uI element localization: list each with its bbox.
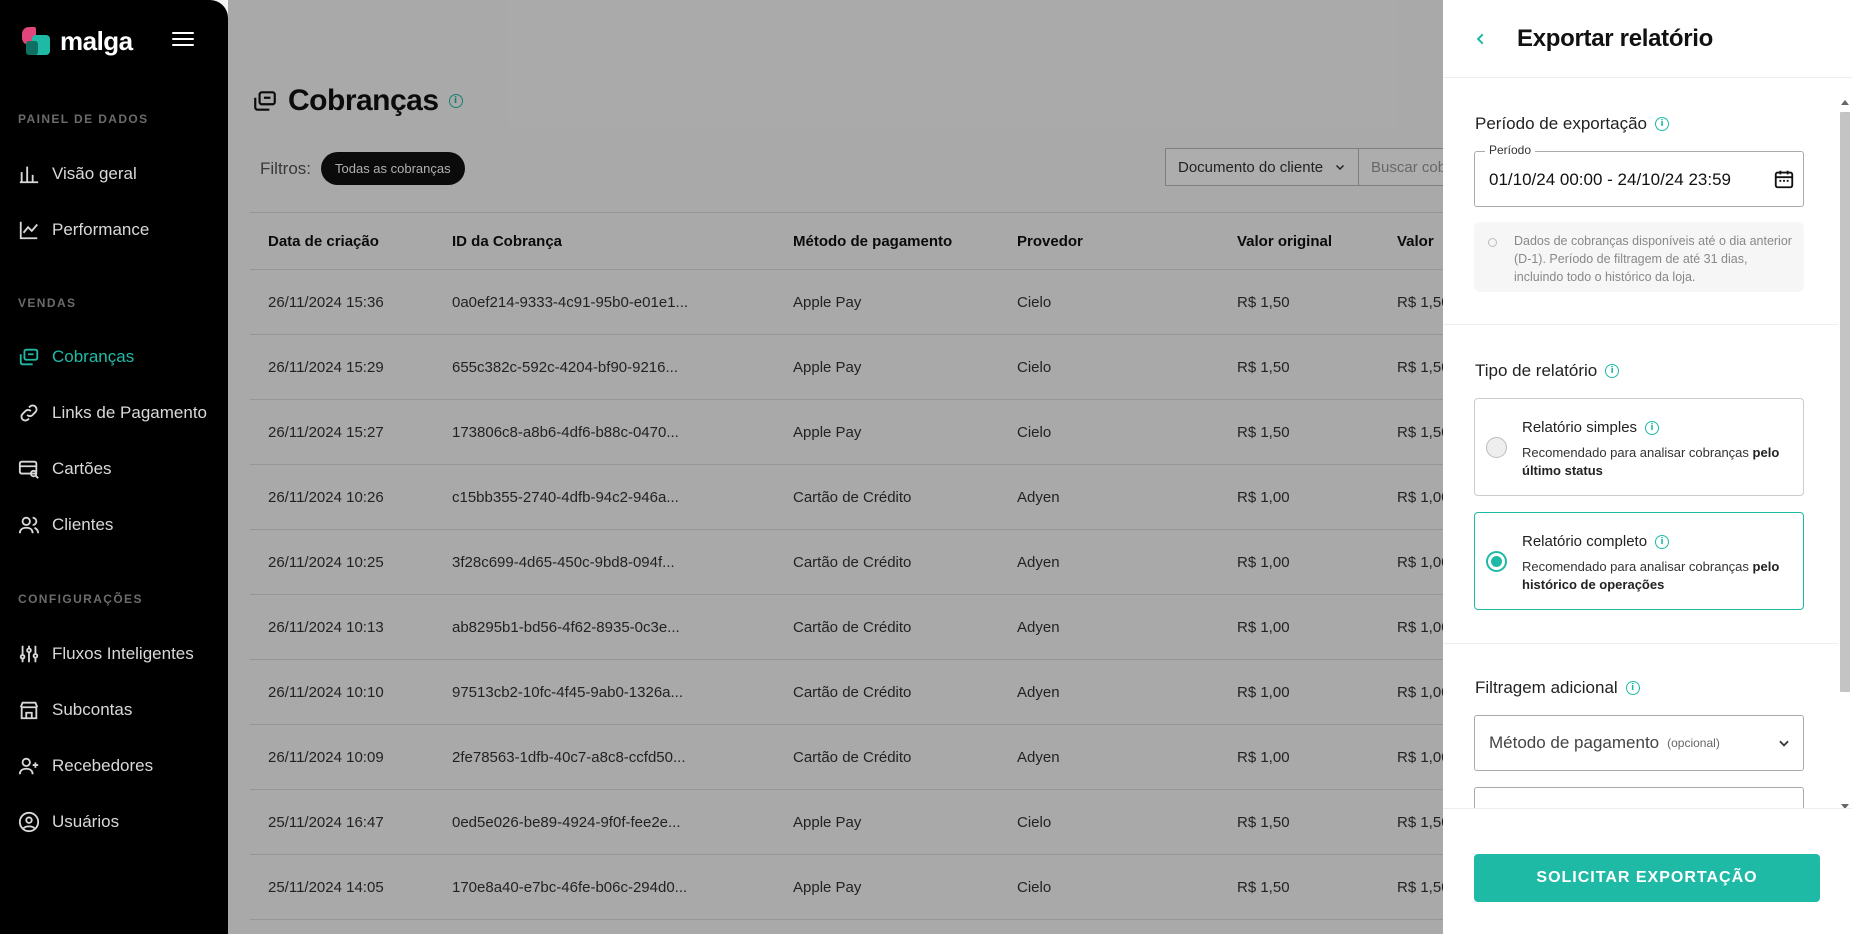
period-section-text: Período de exportação bbox=[1475, 114, 1648, 133]
period-field-label: Período bbox=[1485, 143, 1536, 157]
sidebar-item-label: Recebedores bbox=[52, 756, 154, 775]
sliders-icon bbox=[19, 645, 39, 663]
user-plus-icon bbox=[18, 757, 39, 775]
user-circle-icon bbox=[18, 811, 40, 833]
option-desc-text: Recomendado para analisar cobranças bbox=[1522, 559, 1749, 574]
payment-method-select[interactable]: Método de pagamento (opcional) bbox=[1474, 715, 1804, 771]
sidebar-item-label: Subcontas bbox=[52, 700, 133, 719]
option-title-text: Relatório completo bbox=[1522, 533, 1648, 550]
back-button[interactable] bbox=[1471, 29, 1491, 49]
option-title: Relatório simples i bbox=[1522, 419, 1660, 436]
request-export-button[interactable]: SOLICITAR EXPORTAÇÃO bbox=[1474, 854, 1820, 902]
info-icon[interactable]: i bbox=[1655, 534, 1670, 549]
drawer-header: Exportar relatório bbox=[1443, 0, 1852, 78]
scrollbar-thumb[interactable] bbox=[1840, 112, 1850, 692]
line-chart-icon bbox=[19, 221, 38, 240]
sidebar-item-label: Cartões bbox=[52, 459, 112, 478]
sidebar-item-label: Fluxos Inteligentes bbox=[52, 644, 194, 663]
optional-label: (opcional) bbox=[1667, 736, 1720, 750]
filter-section-label: Filtragem adicional i bbox=[1475, 678, 1640, 698]
info-icon[interactable]: i bbox=[1655, 117, 1670, 131]
report-option-complete[interactable]: Relatório completo i Recomendado para an… bbox=[1474, 512, 1804, 610]
filter-section-text: Filtragem adicional bbox=[1475, 678, 1618, 697]
sidebar-item-fluxos[interactable]: Fluxos Inteligentes bbox=[18, 639, 194, 669]
sidebar-item-links-pagamento[interactable]: Links de Pagamento bbox=[18, 398, 207, 428]
sidebar-item-label: Cobranças bbox=[52, 347, 135, 366]
type-section-label: Tipo de relatório i bbox=[1475, 361, 1620, 381]
scroll-up-icon[interactable] bbox=[1841, 100, 1849, 105]
sidebar-item-label: Links de Pagamento bbox=[52, 403, 207, 422]
section-title-configuracoes: CONFIGURAÇÕES bbox=[18, 592, 143, 606]
link-icon bbox=[20, 404, 38, 422]
period-notice: Dados de cobranças disponíveis até o dia… bbox=[1474, 222, 1804, 292]
option-description: Recomendado para analisar cobranças pelo… bbox=[1522, 444, 1794, 480]
divider bbox=[1443, 643, 1838, 644]
store-icon bbox=[19, 701, 39, 720]
divider bbox=[1443, 324, 1838, 325]
sidebar-item-label: Clientes bbox=[52, 515, 114, 534]
next-filter-field[interactable] bbox=[1474, 787, 1804, 808]
scrollbar[interactable] bbox=[1838, 88, 1852, 808]
export-drawer: Exportar relatório Período de exportação… bbox=[1443, 0, 1852, 934]
sidebar-item-subcontas[interactable]: Subcontas bbox=[18, 695, 132, 725]
payment-method-label: Método de pagamento bbox=[1489, 733, 1660, 752]
info-icon[interactable]: i bbox=[1645, 420, 1660, 435]
notice-text: Dados de cobranças disponíveis até o dia… bbox=[1514, 234, 1792, 284]
period-section-label: Período de exportação i bbox=[1475, 114, 1670, 134]
section-title-vendas: VENDAS bbox=[18, 296, 77, 310]
type-section-text: Tipo de relatório bbox=[1475, 361, 1598, 380]
sidebar-item-cobrancas[interactable]: Cobranças bbox=[18, 342, 134, 372]
sidebar-item-clientes[interactable]: Clientes bbox=[18, 510, 113, 540]
sidebar-item-visao-geral[interactable]: Visão geral bbox=[18, 159, 137, 189]
menu-toggle-icon[interactable] bbox=[172, 32, 194, 50]
info-icon[interactable]: i bbox=[1625, 681, 1640, 695]
info-dot-icon bbox=[1488, 238, 1497, 247]
brand-name: malga bbox=[60, 26, 133, 56]
users-icon bbox=[18, 516, 40, 534]
period-field[interactable]: Período 01/10/24 00:00 - 24/10/24 23:59 bbox=[1474, 143, 1804, 207]
info-icon[interactable]: i bbox=[1605, 364, 1620, 378]
sidebar-item-label: Performance bbox=[52, 220, 150, 239]
section-title-painel: PAINEL DE DADOS bbox=[18, 112, 149, 126]
sidebar-item-label: Visão geral bbox=[52, 164, 137, 183]
drawer-body: Período de exportação i Período 01/10/24… bbox=[1443, 78, 1852, 808]
drawer-title: Exportar relatório bbox=[1517, 24, 1713, 52]
option-description: Recomendado para analisar cobranças pelo… bbox=[1522, 558, 1794, 594]
sidebar-item-label: Usuários bbox=[52, 812, 120, 831]
radio-button[interactable] bbox=[1486, 437, 1507, 458]
chevron-down-icon bbox=[1779, 740, 1789, 747]
drawer-footer: SOLICITAR EXPORTAÇÃO bbox=[1443, 808, 1852, 934]
calendar-icon[interactable] bbox=[1773, 168, 1795, 190]
sidebar-item-performance[interactable]: Performance bbox=[18, 215, 149, 245]
sidebar-item-recebedores[interactable]: Recebedores bbox=[18, 751, 153, 781]
sidebar: malga PAINEL DE DADOS Visão geral Perfor… bbox=[0, 0, 228, 934]
option-title-text: Relatório simples bbox=[1522, 419, 1638, 436]
brand-logo[interactable]: malga bbox=[22, 26, 133, 57]
option-desc-text: Recomendado para analisar cobranças bbox=[1522, 445, 1749, 460]
sidebar-item-cartoes[interactable]: Cartões bbox=[18, 454, 112, 484]
charges-icon bbox=[19, 348, 39, 366]
bar-chart-icon bbox=[19, 166, 39, 184]
report-option-simple[interactable]: Relatório simples i Recomendado para ana… bbox=[1474, 398, 1804, 496]
chevron-left-icon bbox=[1476, 33, 1484, 44]
malga-logo-icon bbox=[22, 26, 52, 57]
period-value[interactable]: 01/10/24 00:00 - 24/10/24 23:59 bbox=[1489, 170, 1731, 190]
option-title: Relatório completo i bbox=[1522, 533, 1670, 550]
radio-button-selected[interactable] bbox=[1486, 551, 1507, 572]
sidebar-item-usuarios[interactable]: Usuários bbox=[18, 807, 119, 837]
card-search-icon bbox=[18, 460, 39, 479]
